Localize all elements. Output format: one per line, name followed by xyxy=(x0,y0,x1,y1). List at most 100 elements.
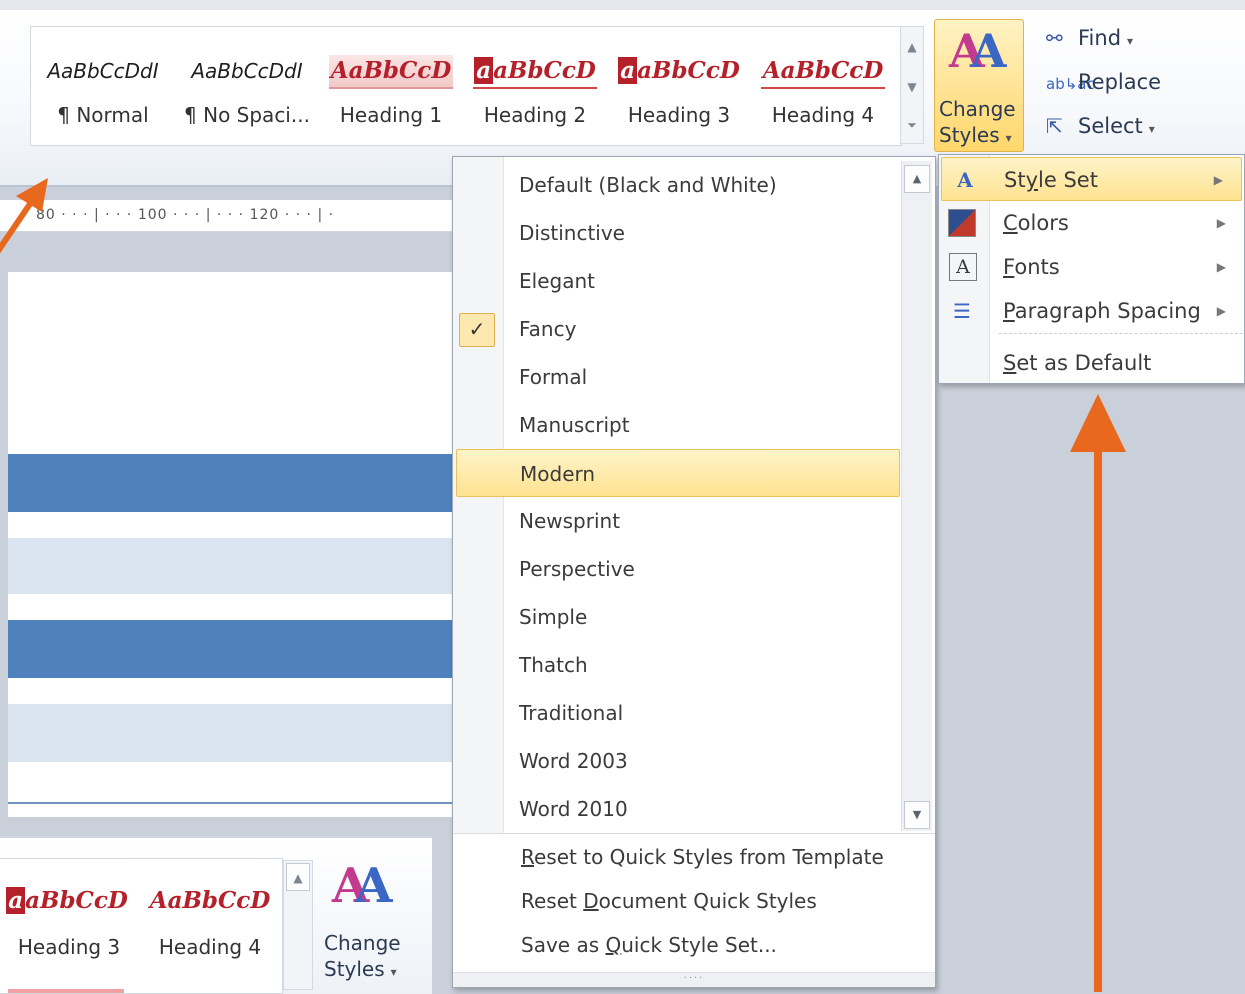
paragraph-spacing-menu-item[interactable]: ☰ Paragraph Spacing ▶ xyxy=(939,289,1244,333)
change-styles-icon: AA xyxy=(332,858,393,914)
menu-item-label: Thatch xyxy=(519,653,588,677)
style-set-formal[interactable]: Formal xyxy=(453,353,897,401)
fonts-icon: A xyxy=(949,253,977,281)
gallery-scroll-up-button[interactable]: ▲ xyxy=(903,29,921,65)
style-set-traditional[interactable]: Traditional xyxy=(453,689,897,737)
menu-resize-grip[interactable]: ···· xyxy=(453,972,935,987)
find-button[interactable]: ⚯ Find ▾ xyxy=(1046,26,1133,50)
style-label: Heading 1 xyxy=(339,103,443,127)
action-label-pre: Save as xyxy=(521,933,606,957)
style-set-icon: A xyxy=(957,168,973,192)
checkmark-icon: ✓ xyxy=(459,313,495,347)
submenu-arrow-icon: ▶ xyxy=(1216,304,1226,318)
document-page[interactable] xyxy=(8,272,460,817)
reset-document-quick-styles[interactable]: Reset Document Quick Styles xyxy=(521,889,817,913)
style-set-scrollbar[interactable]: ▲ ▼ xyxy=(901,161,932,831)
style-heading-1[interactable]: AaBbCcD Heading 1 xyxy=(321,27,461,145)
label-accel: P xyxy=(1003,299,1015,323)
ribbon-divider xyxy=(0,185,460,187)
style-set-distinctive[interactable]: Distinctive xyxy=(453,209,897,257)
style-heading-3[interactable]: aaBbCcD Heading 3 xyxy=(609,27,749,145)
dropdown-caret-icon: ▾ xyxy=(1148,122,1155,136)
scroll-up-button[interactable]: ▲ xyxy=(904,165,930,193)
change-styles-button[interactable]: AA Change Styles ▾ xyxy=(934,19,1024,152)
table-bottom-rule xyxy=(8,802,460,804)
label-post: aragraph Spacing xyxy=(1014,299,1201,323)
set-as-default-menu-item[interactable]: Set as Default xyxy=(939,341,1244,385)
submenu-arrow-icon: ▶ xyxy=(1216,260,1226,274)
mini-styles-gallery: aaBbCcD Heading 3 AaBbCcD Heading 4 xyxy=(0,858,283,994)
style-set-default-black-and-white[interactable]: Default (Black and White) xyxy=(453,161,897,209)
label-accel: C xyxy=(1003,211,1018,235)
style-preview: AaBbCcD xyxy=(329,55,453,89)
menu-item-label: Word 2010 xyxy=(519,797,628,821)
style-no-spacing[interactable]: AaBbCcDdI ¶ No Spaci... xyxy=(177,27,317,145)
style-set-menu-item[interactable]: A Style Set ▶ xyxy=(941,157,1242,201)
style-set-word-2003[interactable]: Word 2003 xyxy=(453,737,897,785)
mini-style-heading-4[interactable]: AaBbCcD Heading 4 xyxy=(140,859,280,977)
style-heading-4[interactable]: AaBbCcD Heading 4 xyxy=(753,27,893,145)
style-preview: aaBbCcD xyxy=(4,885,130,917)
style-set-perspective[interactable]: Perspective xyxy=(453,545,897,593)
dropdown-caret-icon: ▾ xyxy=(1005,131,1012,145)
select-button[interactable]: ⇱ Select ▾ xyxy=(1046,114,1155,138)
mini-style-heading-3[interactable]: aaBbCcD Heading 3 xyxy=(0,859,138,977)
menu-separator xyxy=(999,333,1243,334)
gallery-scrollbar: ▲ ▼ ⏷ xyxy=(900,26,924,144)
mini-change-styles-label: Change Styles ▾ xyxy=(324,930,401,985)
style-preview: aaBbCcD xyxy=(473,55,597,89)
style-set-thatch[interactable]: Thatch xyxy=(453,641,897,689)
fonts-menu-item[interactable]: A Fonts ▶ xyxy=(939,245,1244,289)
quick-styles-gallery: AaBbCcDdI ¶ Normal AaBbCcDdI ¶ No Spaci.… xyxy=(30,26,902,146)
style-set-menu: Default (Black and White) Distinctive El… xyxy=(452,156,936,988)
action-label-accel: D xyxy=(583,889,599,913)
annotation-arrow-up xyxy=(1070,394,1126,992)
menu-item-label: Fancy xyxy=(519,317,577,341)
mini-scroll-up-button[interactable]: ▲ xyxy=(286,863,310,891)
style-normal[interactable]: AaBbCcDdI ¶ Normal xyxy=(33,27,173,145)
gallery-scroll-down-button[interactable]: ▼ xyxy=(903,69,921,105)
style-preview-cap: a xyxy=(618,57,638,84)
menu-item-label: Elegant xyxy=(519,269,595,293)
change-styles-icon: AA xyxy=(949,24,1007,78)
label-accel: F xyxy=(1003,255,1015,279)
style-preview: AaBbCcD xyxy=(761,55,885,89)
style-set-newsprint[interactable]: Newsprint xyxy=(453,497,897,545)
find-label: Find xyxy=(1078,26,1122,50)
menu-item-label: Distinctive xyxy=(519,221,625,245)
table-row-dark xyxy=(8,620,460,678)
change-styles-menu: A Style Set ▶ Colors ▶ A Fonts ▶ ☰ Parag… xyxy=(938,154,1245,384)
label-post: onts xyxy=(1014,255,1060,279)
style-preview-text: aBbCcD xyxy=(637,57,740,84)
action-label-pre: Reset xyxy=(521,889,584,913)
action-label-post: uick Style Set... xyxy=(621,933,777,957)
change-styles-label: Change Styles ▾ xyxy=(939,96,1016,151)
save-as-quick-style-set[interactable]: Save as Quick Style Set... xyxy=(521,933,777,957)
label-post: le Set xyxy=(1038,168,1098,192)
style-set-elegant[interactable]: Elegant xyxy=(453,257,897,305)
colors-menu-item[interactable]: Colors ▶ xyxy=(939,201,1244,245)
annotation-arrow-left xyxy=(0,178,48,254)
gallery-more-button[interactable]: ⏷ xyxy=(903,107,921,143)
scroll-down-button[interactable]: ▼ xyxy=(904,801,930,829)
style-set-modern[interactable]: Modern xyxy=(456,449,900,497)
menu-item-label: Fonts xyxy=(1003,245,1060,289)
style-set-manuscript[interactable]: Manuscript xyxy=(453,401,897,449)
mini-change-styles-button[interactable]: AA Change Styles ▾ xyxy=(322,858,422,990)
reset-to-quick-styles-from-template[interactable]: Reset to Quick Styles from Template xyxy=(521,845,884,869)
style-set-simple[interactable]: Simple xyxy=(453,593,897,641)
style-set-fancy[interactable]: ✓ Fancy xyxy=(453,305,897,353)
mini-change-label-line2-text: Styles xyxy=(324,957,385,981)
menu-item-label: Traditional xyxy=(519,701,624,725)
horizontal-ruler[interactable]: 80 · · · | · · · 100 · · · | · · · 120 ·… xyxy=(0,200,460,232)
mini-gallery-scrollbar: ▲ xyxy=(283,860,313,990)
style-heading-2[interactable]: aaBbCcD Heading 2 xyxy=(465,27,605,145)
style-set-word-2010[interactable]: Word 2010 xyxy=(453,785,897,833)
dropdown-caret-icon: ▾ xyxy=(1127,34,1134,48)
replace-icon: ab↳ac xyxy=(1046,75,1095,93)
table-row-dark xyxy=(8,454,460,512)
style-label: Heading 4 xyxy=(771,103,875,127)
replace-button[interactable]: ab↳acReplace xyxy=(1046,70,1161,94)
style-preview-cap: a xyxy=(474,57,494,84)
style-label: ¶ Normal xyxy=(57,103,149,127)
